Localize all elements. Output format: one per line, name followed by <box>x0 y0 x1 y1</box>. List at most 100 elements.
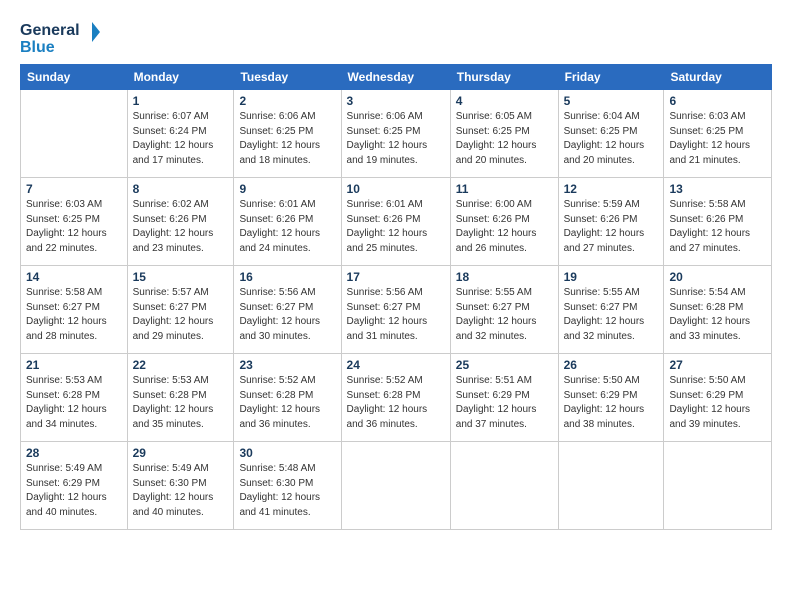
svg-text:General: General <box>20 22 80 39</box>
day-number: 7 <box>26 182 122 196</box>
day-info: Sunrise: 6:05 AMSunset: 6:25 PMDaylight:… <box>456 110 553 168</box>
day-number: 29 <box>133 446 229 460</box>
logo-svg: General Blue <box>20 18 100 58</box>
calendar-cell: 14 Sunrise: 5:58 AMSunset: 6:27 PMDayligh… <box>21 266 128 354</box>
day-info: Sunrise: 6:01 AMSunset: 6:26 PMDaylight:… <box>347 198 445 256</box>
calendar-cell: 5 Sunrise: 6:04 AMSunset: 6:25 PMDaylight… <box>558 90 664 178</box>
day-number: 15 <box>133 270 229 284</box>
day-number: 8 <box>133 182 229 196</box>
day-number: 16 <box>239 270 335 284</box>
day-number: 24 <box>347 358 445 372</box>
calendar-cell: 2 Sunrise: 6:06 AMSunset: 6:25 PMDaylight… <box>234 90 341 178</box>
calendar-cell: 1Sunrise: 6:07 AMSunset: 6:24 PMDaylight… <box>127 90 234 178</box>
day-info: Sunrise: 5:49 AMSunset: 6:29 PMDaylight:… <box>26 462 122 520</box>
day-number: 6 <box>669 94 766 108</box>
day-info: Sunrise: 6:07 AMSunset: 6:24 PMDaylight:… <box>133 110 229 168</box>
calendar-cell: 17 Sunrise: 5:56 AMSunset: 6:27 PMDayligh… <box>341 266 450 354</box>
logo: General Blue <box>20 18 100 58</box>
day-number: 22 <box>133 358 229 372</box>
week-row-3: 14 Sunrise: 5:58 AMSunset: 6:27 PMDayligh… <box>21 266 772 354</box>
day-number: 23 <box>239 358 335 372</box>
day-number: 2 <box>239 94 335 108</box>
day-info: Sunrise: 5:56 AMSunset: 6:27 PMDaylight:… <box>347 286 445 344</box>
day-number: 5 <box>564 94 659 108</box>
day-number: 3 <box>347 94 445 108</box>
day-number: 20 <box>669 270 766 284</box>
day-info: Sunrise: 6:04 AMSunset: 6:25 PMDaylight:… <box>564 110 659 168</box>
calendar-cell: 21 Sunrise: 5:53 AMSunset: 6:28 PMDayligh… <box>21 354 128 442</box>
calendar-cell: 13 Sunrise: 5:58 AMSunset: 6:26 PMDayligh… <box>664 178 772 266</box>
calendar-cell: 28 Sunrise: 5:49 AMSunset: 6:29 PMDayligh… <box>21 442 128 530</box>
calendar-cell: 26 Sunrise: 5:50 AMSunset: 6:29 PMDayligh… <box>558 354 664 442</box>
calendar-cell: 25Sunrise: 5:51 AMSunset: 6:29 PMDayligh… <box>450 354 558 442</box>
day-info: Sunrise: 6:01 AMSunset: 6:26 PMDaylight:… <box>239 198 335 256</box>
day-info: Sunrise: 5:53 AMSunset: 6:28 PMDaylight:… <box>26 374 122 432</box>
day-number: 21 <box>26 358 122 372</box>
calendar-cell: 11 Sunrise: 6:00 AMSunset: 6:26 PMDayligh… <box>450 178 558 266</box>
calendar-header-tuesday: Tuesday <box>234 65 341 90</box>
day-info: Sunrise: 6:03 AMSunset: 6:25 PMDaylight:… <box>26 198 122 256</box>
day-number: 13 <box>669 182 766 196</box>
calendar-cell: 15 Sunrise: 5:57 AMSunset: 6:27 PMDayligh… <box>127 266 234 354</box>
calendar-cell: 23 Sunrise: 5:52 AMSunset: 6:28 PMDayligh… <box>234 354 341 442</box>
day-number: 12 <box>564 182 659 196</box>
calendar-cell: 9 Sunrise: 6:01 AMSunset: 6:26 PMDaylight… <box>234 178 341 266</box>
day-number: 9 <box>239 182 335 196</box>
day-info: Sunrise: 5:52 AMSunset: 6:28 PMDaylight:… <box>239 374 335 432</box>
calendar-header-monday: Monday <box>127 65 234 90</box>
day-number: 28 <box>26 446 122 460</box>
week-row-1: 1Sunrise: 6:07 AMSunset: 6:24 PMDaylight… <box>21 90 772 178</box>
page: General Blue SundayMondayTuesdayWednesda… <box>0 0 792 612</box>
calendar-header-row: SundayMondayTuesdayWednesdayThursdayFrid… <box>21 65 772 90</box>
day-number: 4 <box>456 94 553 108</box>
week-row-5: 28 Sunrise: 5:49 AMSunset: 6:29 PMDayligh… <box>21 442 772 530</box>
calendar-cell: 16 Sunrise: 5:56 AMSunset: 6:27 PMDayligh… <box>234 266 341 354</box>
day-number: 10 <box>347 182 445 196</box>
calendar-cell: 22Sunrise: 5:53 AMSunset: 6:28 PMDayligh… <box>127 354 234 442</box>
day-info: Sunrise: 6:03 AMSunset: 6:25 PMDaylight:… <box>669 110 766 168</box>
day-info: Sunrise: 5:49 AMSunset: 6:30 PMDaylight:… <box>133 462 229 520</box>
calendar-table: SundayMondayTuesdayWednesdayThursdayFrid… <box>20 64 772 530</box>
calendar-header-thursday: Thursday <box>450 65 558 90</box>
calendar-header-saturday: Saturday <box>664 65 772 90</box>
day-info: Sunrise: 6:02 AMSunset: 6:26 PMDaylight:… <box>133 198 229 256</box>
calendar-cell <box>341 442 450 530</box>
calendar-cell <box>558 442 664 530</box>
day-number: 26 <box>564 358 659 372</box>
day-info: Sunrise: 5:55 AMSunset: 6:27 PMDaylight:… <box>564 286 659 344</box>
calendar-cell: 27 Sunrise: 5:50 AMSunset: 6:29 PMDayligh… <box>664 354 772 442</box>
calendar-cell <box>664 442 772 530</box>
day-info: Sunrise: 5:48 AMSunset: 6:30 PMDaylight:… <box>239 462 335 520</box>
day-info: Sunrise: 5:56 AMSunset: 6:27 PMDaylight:… <box>239 286 335 344</box>
calendar-cell: 8 Sunrise: 6:02 AMSunset: 6:26 PMDaylight… <box>127 178 234 266</box>
calendar-cell: 4 Sunrise: 6:05 AMSunset: 6:25 PMDaylight… <box>450 90 558 178</box>
calendar-cell <box>450 442 558 530</box>
day-info: Sunrise: 5:59 AMSunset: 6:26 PMDaylight:… <box>564 198 659 256</box>
day-number: 11 <box>456 182 553 196</box>
day-number: 17 <box>347 270 445 284</box>
calendar-cell: 24Sunrise: 5:52 AMSunset: 6:28 PMDayligh… <box>341 354 450 442</box>
day-number: 14 <box>26 270 122 284</box>
calendar-cell: 3Sunrise: 6:06 AMSunset: 6:25 PMDaylight… <box>341 90 450 178</box>
day-info: Sunrise: 6:06 AMSunset: 6:25 PMDaylight:… <box>239 110 335 168</box>
day-info: Sunrise: 5:54 AMSunset: 6:28 PMDaylight:… <box>669 286 766 344</box>
day-info: Sunrise: 5:50 AMSunset: 6:29 PMDaylight:… <box>669 374 766 432</box>
day-number: 25 <box>456 358 553 372</box>
day-info: Sunrise: 5:58 AMSunset: 6:27 PMDaylight:… <box>26 286 122 344</box>
calendar-cell: 19Sunrise: 5:55 AMSunset: 6:27 PMDayligh… <box>558 266 664 354</box>
calendar-cell: 30 Sunrise: 5:48 AMSunset: 6:30 PMDayligh… <box>234 442 341 530</box>
day-info: Sunrise: 6:00 AMSunset: 6:26 PMDaylight:… <box>456 198 553 256</box>
calendar-cell: 12 Sunrise: 5:59 AMSunset: 6:26 PMDayligh… <box>558 178 664 266</box>
calendar-cell: 20 Sunrise: 5:54 AMSunset: 6:28 PMDayligh… <box>664 266 772 354</box>
calendar-cell: 6 Sunrise: 6:03 AMSunset: 6:25 PMDaylight… <box>664 90 772 178</box>
calendar-header-sunday: Sunday <box>21 65 128 90</box>
day-number: 27 <box>669 358 766 372</box>
calendar-header-friday: Friday <box>558 65 664 90</box>
day-number: 30 <box>239 446 335 460</box>
calendar-cell: 29 Sunrise: 5:49 AMSunset: 6:30 PMDayligh… <box>127 442 234 530</box>
day-info: Sunrise: 5:57 AMSunset: 6:27 PMDaylight:… <box>133 286 229 344</box>
day-info: Sunrise: 5:58 AMSunset: 6:26 PMDaylight:… <box>669 198 766 256</box>
svg-text:Blue: Blue <box>20 39 55 56</box>
day-info: Sunrise: 5:50 AMSunset: 6:29 PMDaylight:… <box>564 374 659 432</box>
week-row-4: 21 Sunrise: 5:53 AMSunset: 6:28 PMDayligh… <box>21 354 772 442</box>
